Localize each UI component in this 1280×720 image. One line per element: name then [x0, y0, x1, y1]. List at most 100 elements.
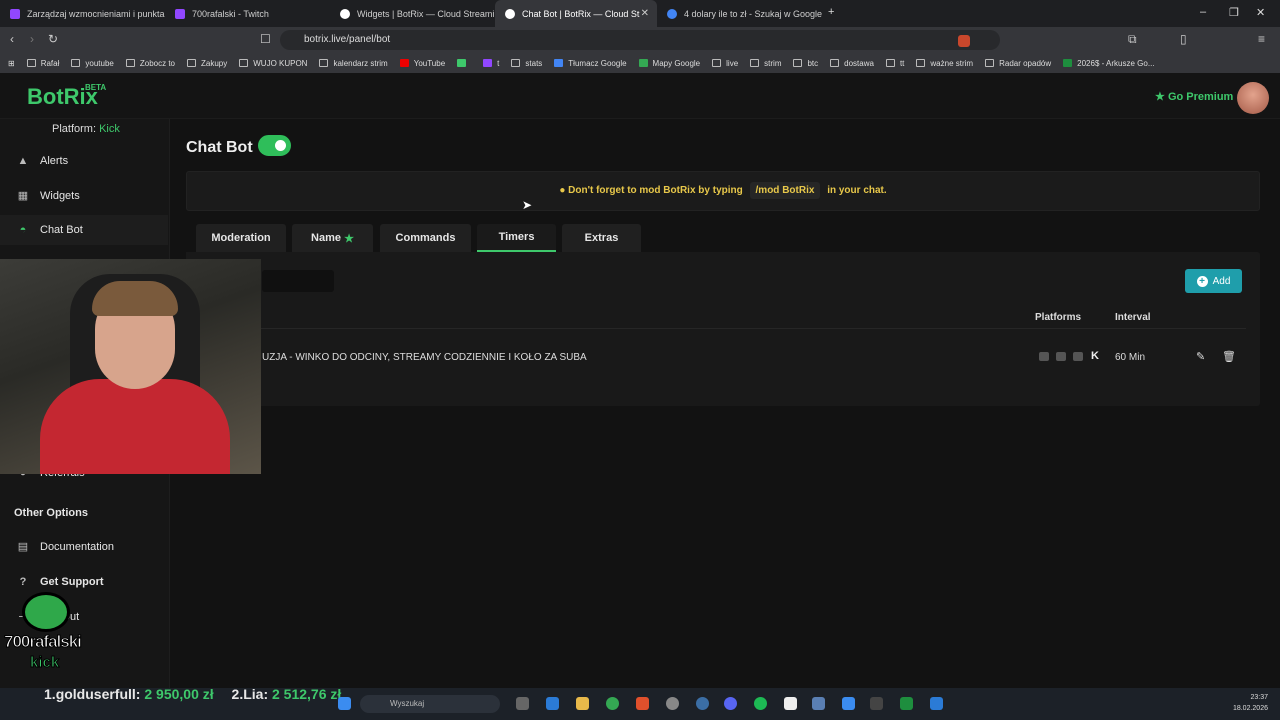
bookmark-item[interactable]: dostawa — [830, 59, 874, 68]
bookmark-item[interactable]: WUJO KUPON — [239, 59, 307, 68]
reload-icon[interactable]: ↻ — [48, 32, 58, 46]
taskbar-search[interactable]: Wyszukaj — [360, 695, 500, 713]
bookmark-item[interactable]: 2026$ - Arkusze Go... — [1063, 58, 1155, 68]
windows-start-icon[interactable] — [338, 697, 351, 710]
platform-video-icon — [1073, 352, 1083, 361]
apps-icon[interactable]: ⊞ — [8, 59, 15, 68]
bookmark-label: dostawa — [844, 58, 874, 68]
hair — [92, 281, 178, 316]
bookmark-icon[interactable]: ☐ — [260, 32, 271, 46]
bookmark-item[interactable]: btc — [793, 59, 818, 68]
tab-commands[interactable]: Commands — [380, 224, 471, 252]
bookmark-item[interactable]: live — [712, 59, 738, 68]
app-icon[interactable] — [696, 697, 709, 710]
chat-bot-toggle[interactable] — [258, 135, 291, 156]
stats-icon — [511, 59, 521, 67]
bookmark-item[interactable]: stats — [511, 59, 542, 68]
bookmark-label: 2026$ - Arkusze Go... — [1077, 58, 1155, 68]
chrome-icon[interactable] — [606, 697, 619, 710]
sidebar-item-documentation[interactable]: ▤ Documentation — [0, 532, 168, 562]
tab-label: Commands — [395, 232, 456, 244]
ticker-name: golduserfull: — [55, 686, 141, 702]
browser-tab[interactable]: 700rafalski - Twitch — [165, 0, 330, 27]
browser-tab[interactable]: 4 dolary ile to zł - Szukaj w Google — [657, 0, 822, 27]
bookmark-item[interactable]: YouTube — [399, 59, 445, 68]
edit-icon[interactable]: ✎ — [1196, 350, 1205, 363]
bookmark-item[interactable]: kalendarz strim — [319, 59, 388, 68]
bookmark-item[interactable]: strim — [750, 59, 781, 68]
tab-moderation[interactable]: Moderation — [196, 224, 286, 252]
tab-title: Zarządzaj wzmocnieniami i punktam — [27, 8, 165, 19]
avatar[interactable] — [1237, 82, 1269, 114]
platform-indicator[interactable]: Platform: Kick — [52, 123, 120, 135]
sidebar-icon[interactable]: ▯ — [1180, 32, 1187, 46]
bookmark-item[interactable]: ważne strim — [916, 59, 973, 68]
delete-icon[interactable]: 🗑 — [1222, 350, 1236, 363]
platform-twitch-icon — [1056, 352, 1066, 361]
minimize-icon[interactable]: – — [1200, 6, 1206, 18]
bookmark-item[interactable]: t — [483, 59, 499, 68]
add-timer-button[interactable]: + Add — [1185, 269, 1242, 293]
twitch-icon — [175, 8, 185, 19]
folder-icon — [187, 59, 196, 67]
forward-icon[interactable]: › — [30, 32, 34, 46]
bookmark-item[interactable] — [457, 59, 471, 67]
bookmark-label: tt — [899, 58, 905, 68]
clock-date: 18.02.2026 — [1232, 705, 1268, 712]
sidebar-item-alerts[interactable]: ▲ Alerts — [0, 146, 168, 176]
beta-badge: BETA — [85, 83, 107, 92]
sidebar-item-widgets[interactable]: ▦ Widgets — [0, 181, 168, 211]
bookmark-item[interactable]: Mapy Google — [638, 59, 700, 68]
taskbar-clock[interactable]: 23:37 18.02.2026 — [1228, 692, 1268, 714]
bookmarks-bar: ⊞ Rafał youtube Zobocz to Zakupy WUJO KU… — [0, 53, 1280, 73]
tab-timers[interactable]: Timers — [477, 224, 556, 252]
kick-icon — [457, 59, 467, 67]
close-tab-icon[interactable]: ✕ — [641, 8, 649, 19]
extensions-icon[interactable]: ⧉ — [1128, 32, 1137, 47]
browser-tab-bar: Zarządzaj wzmocnieniami i punktam 700raf… — [0, 0, 1280, 27]
bookmark-item[interactable]: Zakupy — [187, 59, 227, 68]
tab-name[interactable]: Name ★ — [292, 224, 373, 252]
robot-icon: ◓ — [19, 224, 27, 236]
close-window-icon[interactable]: ✕ — [1256, 6, 1265, 19]
discord-icon[interactable] — [724, 697, 737, 710]
tab-extras[interactable]: Extras — [562, 224, 641, 252]
spotify-icon[interactable] — [754, 697, 767, 710]
back-icon[interactable]: ‹ — [10, 32, 14, 46]
obs-icon[interactable] — [666, 697, 679, 710]
bookmark-item[interactable]: tt — [885, 58, 905, 68]
browser-tab[interactable]: Zarządzaj wzmocnieniami i punktam — [0, 0, 165, 27]
store-icon[interactable] — [546, 697, 559, 710]
brave-icon[interactable] — [636, 697, 649, 710]
bookmark-item[interactable]: Radar opadów — [985, 59, 1051, 68]
browser-tab[interactable]: Widgets | BotRix — Cloud Streaming — [330, 0, 495, 27]
go-premium-button[interactable]: ★ Go Premium — [1155, 90, 1233, 103]
app-icon[interactable] — [930, 697, 943, 710]
restore-icon[interactable]: ❐ — [1229, 6, 1239, 19]
url-field[interactable]: botrix.live/panel/bot — [280, 30, 1000, 50]
sidebar-item-chat-bot[interactable]: ◓ Chat Bot — [0, 215, 168, 245]
app-icon[interactable] — [784, 697, 797, 710]
search-input[interactable] — [262, 270, 334, 292]
tab-label: Extras — [584, 232, 619, 244]
menu-icon[interactable]: ≡ — [1258, 32, 1265, 46]
new-tab-icon[interactable]: + — [828, 6, 834, 18]
bookmark-label: Radar opadów — [999, 58, 1052, 68]
bookmark-item[interactable]: Rafał — [26, 59, 59, 68]
mod-notice-banner: ● Don't forget to mod BotRix by typing /… — [186, 171, 1260, 211]
bookmark-item[interactable]: youtube — [71, 59, 114, 68]
webcam-overlay — [0, 259, 261, 474]
bookmark-label: t — [497, 58, 500, 68]
bookmark-label: WUJO KUPON — [253, 58, 308, 68]
bookmark-item[interactable]: Zobocz to — [125, 59, 175, 68]
bookmark-item[interactable]: Tłumacz Google — [554, 59, 627, 68]
bookmark-label: Zakupy — [201, 58, 228, 68]
brave-shield-icon[interactable] — [958, 35, 970, 47]
browser-tab-active[interactable]: Chat Bot | BotRix — Cloud Strea ✕ — [495, 0, 657, 27]
file-explorer-icon[interactable] — [576, 697, 589, 710]
sheets-icon[interactable] — [900, 697, 913, 710]
app-icon[interactable] — [842, 697, 855, 710]
app-icon[interactable] — [870, 697, 883, 710]
calculator-icon[interactable] — [812, 697, 825, 710]
task-view-icon[interactable] — [516, 697, 529, 710]
